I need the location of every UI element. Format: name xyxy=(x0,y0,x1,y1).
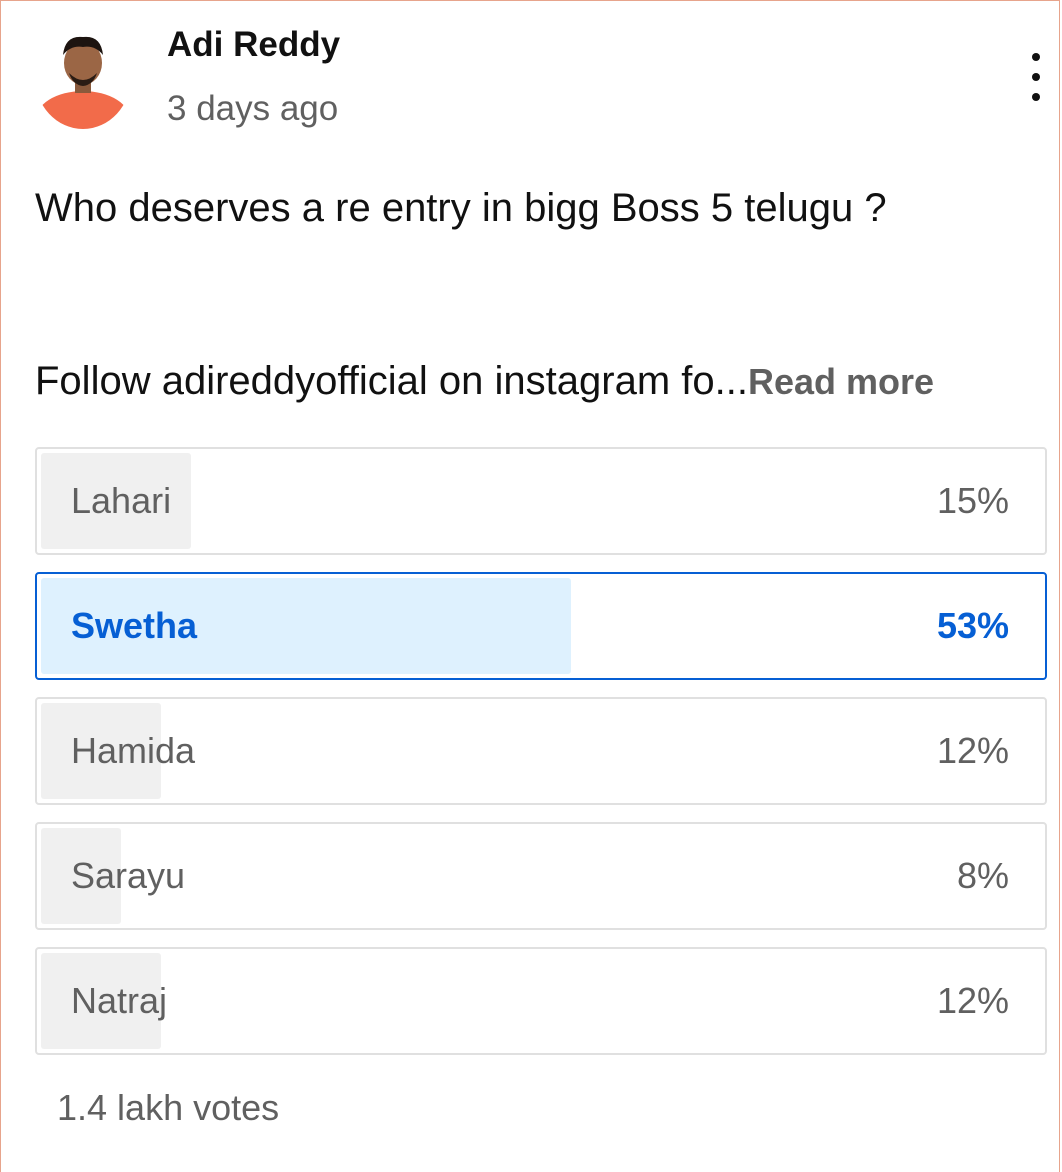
poll-option-label: Sarayu xyxy=(71,855,186,896)
poll-option-sarayu[interactable]: Sarayu 8% xyxy=(35,822,1047,930)
avatar[interactable] xyxy=(35,25,131,129)
poll-option-percent: 53% xyxy=(936,605,1009,646)
vote-count: 1.4 lakh votes xyxy=(57,1087,280,1128)
post-question: Who deserves a re entry in bigg Boss 5 t… xyxy=(35,186,887,230)
poll-option-label: Lahari xyxy=(71,480,172,521)
poll-option-natraj[interactable]: Natraj 12% xyxy=(35,947,1047,1055)
poll-option-percent: 12% xyxy=(936,980,1009,1021)
follow-text: Follow adireddyofficial on instagram fo.… xyxy=(35,359,748,403)
poll-option-percent: 12% xyxy=(936,730,1009,771)
post-timestamp: 3 days ago xyxy=(167,89,339,128)
poll-option-lahari[interactable]: Lahari 15% xyxy=(35,447,1047,555)
poll-option-label: Swetha xyxy=(71,605,198,646)
post-text-truncated: Follow adireddyofficial on instagram fo.… xyxy=(35,359,934,404)
post-card: Adi Reddy 3 days ago Who deserves a re e… xyxy=(0,0,1060,1172)
poll-option-percent: 15% xyxy=(936,480,1009,521)
avatar-image xyxy=(35,25,131,129)
poll-option-percent: 8% xyxy=(956,855,1009,896)
more-vert-icon[interactable] xyxy=(1021,53,1051,101)
poll-option-swetha[interactable]: Swetha 53% xyxy=(35,572,1047,680)
poll-option-hamida[interactable]: Hamida 12% xyxy=(35,697,1047,805)
poll-option-label: Hamida xyxy=(71,730,196,771)
author-name[interactable]: Adi Reddy xyxy=(167,25,340,65)
poll-option-label: Natraj xyxy=(71,980,168,1021)
read-more-link[interactable]: Read more xyxy=(748,361,934,402)
